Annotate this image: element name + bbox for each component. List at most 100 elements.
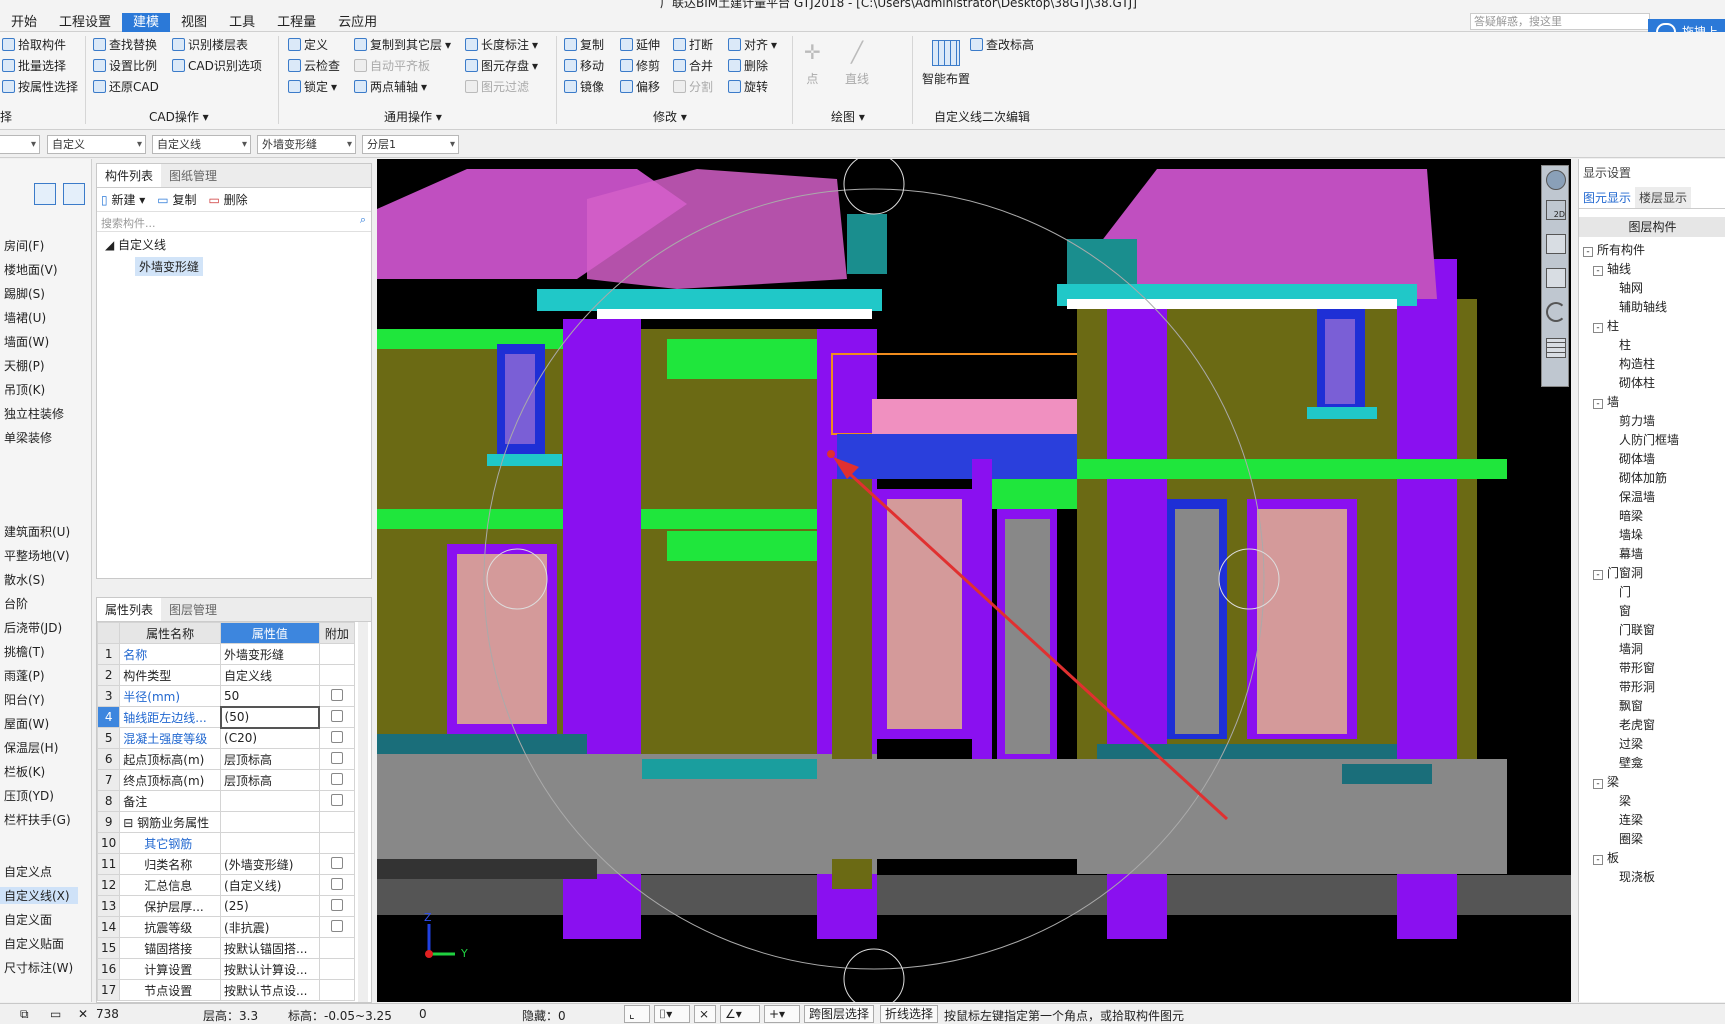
layer-dropdown[interactable]: 分层1 — [362, 135, 459, 154]
copy-component-button[interactable]: ▭ 复制 — [157, 191, 196, 208]
property-value[interactable]: 层顶标高 — [220, 769, 320, 791]
type-dropdown[interactable]: 自定义线 — [152, 135, 251, 154]
globe-icon[interactable] — [1546, 170, 1566, 190]
save-element-button[interactable]: 图元存盘 ▾ — [465, 57, 538, 74]
property-row[interactable]: 13 保护层厚... (25) — [97, 895, 356, 917]
tree-node-custom-line[interactable]: ◢ 自定义线 — [105, 236, 363, 253]
layer-tree-item[interactable]: 轴网 — [1619, 279, 1643, 296]
nav-item-22[interactable]: 自定义点 — [4, 863, 52, 880]
property-row[interactable]: 16 计算设置 按默认计算设... — [97, 958, 356, 980]
nav-item-14[interactable]: 挑檐(T) — [4, 643, 45, 660]
nav-item-7[interactable]: 独立柱装修 — [4, 405, 64, 422]
property-value[interactable]: 按默认计算设... — [220, 958, 320, 980]
layer-tree-item[interactable]: 壁龛 — [1619, 754, 1643, 771]
nav-item-4[interactable]: 墙面(W) — [4, 333, 49, 350]
property-value[interactable]: (C20) — [220, 727, 320, 749]
delete-component-button[interactable]: ▭ 删除 — [208, 191, 247, 208]
group-draw-label[interactable]: 绘图 ▾ — [831, 108, 865, 125]
attach-checkbox[interactable] — [330, 730, 343, 743]
cross-layer-select-button[interactable]: 跨图层选择 — [804, 1005, 875, 1023]
layer-tree-item[interactable]: 墙垛 — [1619, 526, 1643, 543]
nav-item-20[interactable]: 压顶(YD) — [4, 787, 54, 804]
attach-cell[interactable] — [318, 748, 356, 770]
grid-view-icon[interactable] — [63, 183, 85, 205]
batch-select-button[interactable]: 批量选择 — [2, 57, 66, 74]
group-general-label[interactable]: 通用操作 ▾ — [384, 108, 442, 125]
menu-tools[interactable]: 工具 — [218, 13, 266, 32]
layer-tree-item[interactable]: 过梁 — [1619, 735, 1643, 752]
attach-checkbox[interactable] — [330, 877, 343, 890]
property-row[interactable]: 2 构件类型 自定义线 — [97, 664, 356, 686]
cad-options-button[interactable]: CAD识别选项 — [172, 57, 262, 74]
layer-tree-item[interactable]: 门联窗 — [1619, 621, 1655, 638]
merge-button[interactable]: 合并 — [673, 57, 713, 74]
attach-checkbox[interactable] — [330, 793, 343, 806]
collapse-icon[interactable]: - — [1583, 247, 1593, 257]
find-replace-button[interactable]: 查找替换 — [93, 36, 157, 53]
delete-button[interactable]: 删除 — [728, 57, 768, 74]
layer-tree-item[interactable]: 带形窗 — [1619, 659, 1655, 676]
nav-item-19[interactable]: 栏板(K) — [4, 763, 45, 780]
align-button[interactable]: 对齐 ▾ — [728, 36, 777, 53]
collapse-icon[interactable]: - — [1593, 779, 1603, 789]
property-value[interactable]: 自定义线 — [220, 664, 320, 686]
polyline-select-button[interactable]: 折线选择 — [880, 1005, 939, 1023]
property-scrollbar[interactable] — [358, 622, 368, 1002]
layer-tree-item[interactable]: 现浇板 — [1619, 868, 1655, 885]
layer-tree-item[interactable]: - 所有构件 — [1583, 241, 1645, 258]
extend-button[interactable]: 延伸 — [620, 36, 660, 53]
property-value[interactable]: 按默认节点设... — [220, 979, 320, 1001]
nav-item-6[interactable]: 吊顶(K) — [4, 381, 45, 398]
lock-button[interactable]: 锁定 ▾ — [288, 78, 337, 95]
tab-floor-display[interactable]: 楼层显示 — [1635, 187, 1692, 208]
define-button[interactable]: 定义 — [288, 36, 328, 53]
attach-checkbox[interactable] — [330, 751, 343, 764]
layer-tree-item[interactable]: 连梁 — [1619, 811, 1643, 828]
layer-tree-item[interactable]: 剪力墙 — [1619, 412, 1655, 429]
pick-component-button[interactable]: 拾取构件 — [2, 36, 66, 53]
close-icon-status[interactable]: ✕ — [78, 1007, 88, 1021]
property-row[interactable]: 6 起点顶标高(m) 层顶标高 — [97, 748, 356, 770]
nav-item-2[interactable]: 踢脚(S) — [4, 285, 45, 302]
nav-item-3[interactable]: 墙裙(U) — [4, 309, 46, 326]
property-value[interactable]: (非抗震) — [220, 916, 320, 938]
collapse-icon[interactable]: - — [1593, 323, 1603, 333]
restore-icon-status[interactable]: ⧉ — [20, 1007, 29, 1022]
layer-tree-item[interactable]: 暗梁 — [1619, 507, 1643, 524]
property-value[interactable] — [220, 811, 320, 833]
attach-checkbox[interactable] — [330, 772, 343, 785]
tree-node-expansion-joint[interactable]: 外墙变形缝 — [135, 257, 204, 276]
nav-item-5[interactable]: 天棚(P) — [4, 357, 45, 374]
attach-cell[interactable] — [318, 706, 356, 728]
nav-item-0[interactable]: 房间(F) — [4, 237, 44, 254]
property-row[interactable]: 8 备注 — [97, 790, 356, 812]
attach-cell[interactable] — [318, 727, 356, 749]
property-row[interactable]: 15 锚固搭接 按默认锚固搭... — [97, 937, 356, 959]
property-row[interactable]: 17 节点设置 按默认节点设... — [97, 979, 356, 1001]
layer-tree-item[interactable]: 飘窗 — [1619, 697, 1643, 714]
menu-cloud[interactable]: 云应用 — [327, 13, 388, 32]
layer-tree-item[interactable]: 砌体柱 — [1619, 374, 1655, 391]
layer-tree-item[interactable]: - 门窗洞 — [1593, 564, 1643, 581]
layer-tree-item[interactable]: -墙 — [1593, 393, 1619, 410]
layer-tree-item[interactable]: 构造柱 — [1619, 355, 1655, 372]
length-dimension-button[interactable]: 长度标注 ▾ — [465, 36, 538, 53]
layer-tree-item[interactable]: 人防门框墙 — [1619, 431, 1679, 448]
property-row[interactable]: 11 归类名称 (外墙变形缝) — [97, 853, 356, 875]
property-value[interactable]: (外墙变形缝) — [220, 853, 320, 875]
layer-tree-item[interactable]: 带形洞 — [1619, 678, 1655, 695]
menu-view[interactable]: 视图 — [170, 13, 218, 32]
angle-toggle[interactable]: ∠▾ — [720, 1005, 760, 1023]
property-row[interactable]: 9 ⊟ 钢筋业务属性 — [97, 811, 356, 833]
element-filter-button[interactable]: 图元过滤 — [465, 78, 529, 95]
attach-cell[interactable] — [318, 790, 356, 812]
property-value[interactable]: (25) — [220, 895, 320, 917]
ortho-toggle[interactable]: ⌞ — [624, 1005, 650, 1023]
offset-toggle[interactable]: +▾ — [764, 1005, 800, 1023]
property-value[interactable]: 50 — [220, 685, 320, 707]
collapse-icon[interactable]: - — [1593, 266, 1603, 276]
nav-item-11[interactable]: 散水(S) — [4, 571, 45, 588]
layer-tree-item[interactable]: 保温墙 — [1619, 488, 1655, 505]
new-component-button[interactable]: ▯ 新建 ▾ — [101, 191, 145, 208]
check-elevation-button[interactable]: 查改标高 — [970, 36, 1034, 53]
